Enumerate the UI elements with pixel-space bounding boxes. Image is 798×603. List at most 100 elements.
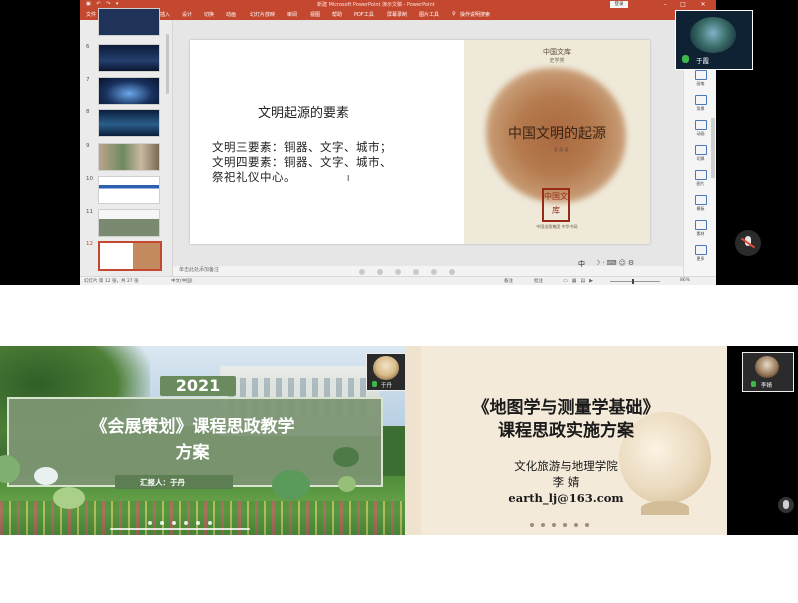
slide-title-line2: 方案 (175, 443, 210, 463)
tool-background[interactable]: 背景 (684, 95, 716, 112)
slide-dot[interactable] (172, 521, 176, 525)
tab-help[interactable]: 帮助 (332, 11, 342, 18)
login-button[interactable]: 登录 (610, 1, 628, 8)
slide-dot[interactable] (196, 521, 200, 525)
notes-pane[interactable]: 单击此处添加备注 (173, 266, 683, 276)
slide-dot[interactable] (552, 523, 556, 527)
decor-circle (338, 476, 356, 492)
close-icon[interactable]: ✕ (696, 0, 710, 9)
book-series: 中国文库 (543, 48, 571, 56)
slide-thumbnail[interactable] (98, 143, 160, 171)
view-buttons[interactable]: ▭▦▤▶ (563, 278, 597, 284)
mic-icon (783, 500, 789, 509)
thumbnail-number: 6 (86, 44, 90, 50)
slide-body-line[interactable]: 祭祀礼仪中心。 (212, 169, 296, 185)
mic-muted-button[interactable] (735, 230, 761, 256)
slide-thumbnail-selected[interactable] (98, 241, 162, 271)
ime-toolbar-icons[interactable]: ☽·⌨☺⚙ (594, 259, 636, 267)
picture-icon (694, 170, 707, 180)
participant-avatar (755, 356, 779, 378)
current-slide[interactable]: 文明起源的要素 文明三要素：铜器、文字、城市； 文明四要素：铜器、文字、城市、 … (190, 40, 650, 244)
thumbnail-number: 10 (86, 176, 93, 182)
slide-thumbnail[interactable] (98, 209, 160, 237)
slide-thumbnail[interactable] (98, 8, 160, 36)
pager-dot (413, 269, 419, 275)
zoom-level[interactable]: 86% (680, 278, 690, 283)
tab-slideshow[interactable]: 幻灯片放映 (250, 11, 275, 18)
decor-circle (53, 487, 85, 509)
slide-dot[interactable] (184, 521, 188, 525)
tab-transitions[interactable]: 切换 (204, 11, 214, 18)
ime-language[interactable]: 中 (578, 259, 585, 269)
tab-screen-record[interactable]: 屏幕录制 (387, 11, 407, 18)
tool-animation[interactable]: 动画 (684, 120, 716, 137)
more-icon (694, 245, 707, 255)
slide-dot[interactable] (530, 523, 534, 527)
slide-dot[interactable] (541, 523, 545, 527)
zoom-slider-thumb[interactable] (632, 279, 634, 284)
book-category: 史学类 (549, 58, 565, 64)
lightbulb-icon[interactable]: ♀ (452, 11, 456, 17)
tab-animations[interactable]: 动画 (226, 11, 236, 18)
college-name: 文化旅游与地理学院 (514, 459, 618, 473)
tab-pdf-tools[interactable]: PDF工具 (354, 11, 374, 18)
thumbnail-scrollbar[interactable] (166, 34, 169, 94)
tool-material[interactable]: 素材 (684, 220, 716, 237)
mic-active-icon (682, 55, 689, 63)
tab-file[interactable]: 文件 (86, 11, 96, 18)
language-indicator[interactable]: 中文(中国) (171, 278, 193, 284)
tab-view[interactable]: 视图 (310, 11, 320, 18)
pager-dot (449, 269, 455, 275)
maximize-icon[interactable]: □ (676, 0, 690, 9)
tab-review[interactable]: 审阅 (287, 11, 297, 18)
tool-template[interactable]: 模板 (684, 195, 716, 212)
minimize-icon[interactable]: – (658, 0, 672, 9)
participant-video-tile[interactable]: 于霞 (675, 10, 753, 70)
book-title: 中国文明的起源 (508, 126, 606, 142)
slide-thumbnail[interactable] (98, 44, 160, 72)
slide-thumbnail-pane[interactable]: 6 7 8 9 10 11 12 (80, 8, 173, 276)
tab-design[interactable]: 设计 (182, 11, 192, 18)
participant-video-tile[interactable]: 于丹 (366, 353, 406, 391)
slide-thumbnail[interactable] (98, 77, 160, 105)
slide-dot[interactable] (208, 521, 212, 525)
comments-toggle[interactable]: 批注 (534, 278, 543, 284)
tool-picture[interactable]: 图片 (684, 170, 716, 187)
slide-title-line2: 课程思政实施方案 (498, 421, 634, 441)
slide-body-line[interactable]: 文明三要素：铜器、文字、城市； (212, 139, 392, 155)
reporter-name: 汇报人：于丹 (140, 478, 185, 487)
zoom-slider[interactable] (610, 281, 660, 282)
tab-insert[interactable]: 插入 (160, 11, 170, 18)
participant-name: 李婧 (761, 383, 773, 389)
slide-thumbnail[interactable] (98, 109, 160, 137)
slide-editor[interactable]: 文明起源的要素 文明三要素：铜器、文字、城市； 文明四要素：铜器、文字、城市、 … (173, 20, 683, 266)
quick-access-icons[interactable]: ▣ ↶ ↷ ▾ (86, 1, 120, 7)
tell-me-search[interactable]: 操作说明搜索 (460, 11, 490, 18)
slide-title[interactable]: 文明起源的要素 (258, 102, 349, 121)
thumbnail-number: 9 (86, 143, 90, 149)
pager-dot (359, 269, 365, 275)
book-seal: 中国文库 (542, 188, 570, 222)
slide-dot[interactable] (574, 523, 578, 527)
slide-dot[interactable] (160, 521, 164, 525)
slide-dot[interactable] (585, 523, 589, 527)
participant-video-tile[interactable]: 李婧 (742, 352, 794, 392)
tool-more[interactable]: 更多 (684, 245, 716, 262)
notes-placeholder[interactable]: 单击此处添加备注 (179, 266, 219, 273)
slide-thumbnail[interactable] (98, 176, 160, 204)
slide-dot[interactable] (148, 521, 152, 525)
slide-body-line[interactable]: 文明四要素：铜器、文字、城市、 (212, 154, 392, 170)
notes-toggle[interactable]: 备注 (504, 278, 513, 284)
pager-dot (395, 269, 401, 275)
presenter-email: earth_lj@163.com (508, 491, 624, 505)
slide-counter: 幻灯片 第 12 张，共 27 张 (84, 279, 139, 284)
mic-button[interactable] (778, 497, 794, 513)
tab-picture-tools[interactable]: 图片工具 (419, 11, 439, 18)
slide-progress-bar[interactable] (110, 528, 250, 530)
pager-dot (431, 269, 437, 275)
book-publisher: 中国出版集团 中华书局 (536, 224, 578, 229)
tool-pen[interactable]: 画笔 (684, 70, 716, 87)
tool-transition[interactable]: 切换 (684, 145, 716, 162)
book-cover-image[interactable]: 中国文库 史学类 中国文明的起源 夏 鼐 著 中国文库 中国出版集团 中华书局 (464, 40, 650, 244)
slide-dot[interactable] (563, 523, 567, 527)
